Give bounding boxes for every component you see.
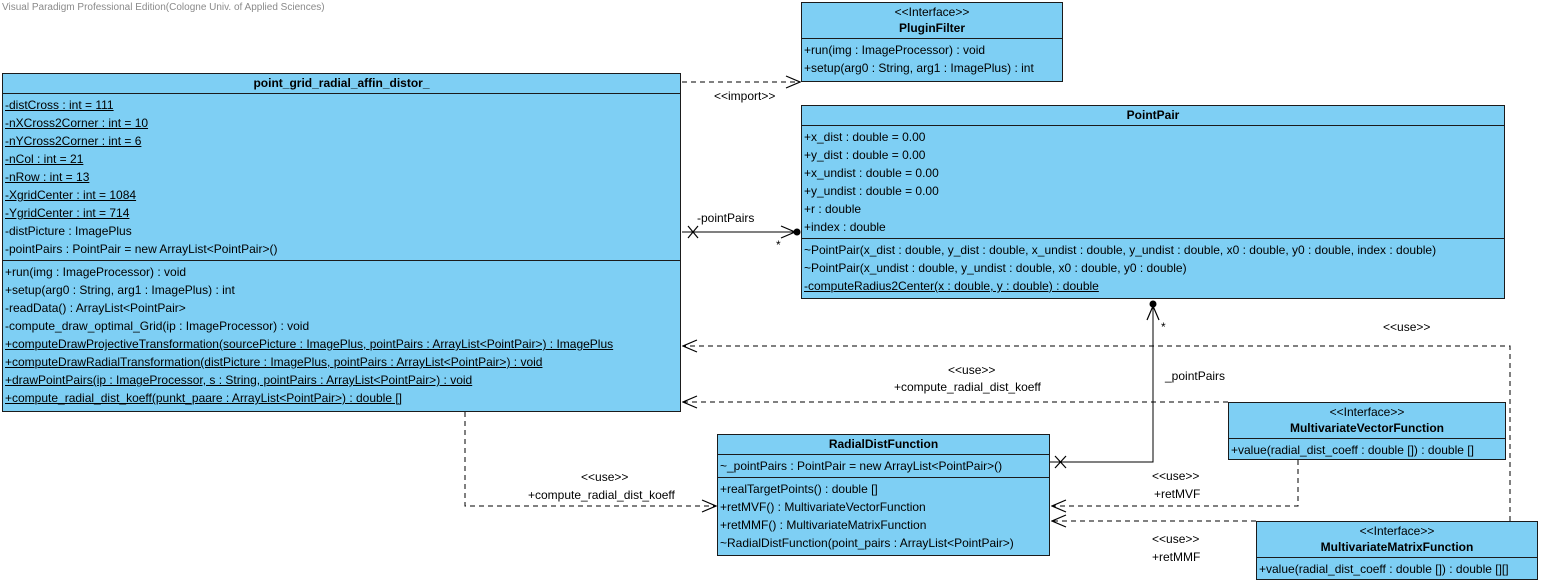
interface-multivariate-matrix-function[interactable]: <<Interface>> MultivariateMatrixFunction… bbox=[1256, 521, 1538, 580]
class-name: point_grid_radial_affin_distor_ bbox=[253, 76, 430, 90]
operation-row: -readData() : ArrayList<PointPair> bbox=[5, 301, 186, 315]
class-header: point_grid_radial_affin_distor_ bbox=[3, 74, 680, 94]
operation-compartment: +run(img : ImageProcessor) : void +setup… bbox=[3, 261, 680, 409]
operation-row: +run(img : ImageProcessor) : void bbox=[804, 43, 986, 57]
operation-compartment: +run(img : ImageProcessor) : void +setup… bbox=[802, 39, 1062, 79]
operation-row: +run(img : ImageProcessor) : void bbox=[5, 265, 187, 279]
use-mmf-stereotype: <<use>> bbox=[1152, 532, 1200, 546]
attribute-row: ~_pointPairs : PointPair = new ArrayList… bbox=[720, 459, 1003, 473]
attribute-compartment: -distCross : int = 111 -nXCross2Corner :… bbox=[3, 94, 680, 261]
pointpairs-multiplicity: * bbox=[776, 238, 781, 252]
attribute-compartment: ~_pointPairs : PointPair = new ArrayList… bbox=[718, 455, 1049, 478]
operation-row: +compute_radial_dist_koeff(punkt_paare :… bbox=[5, 391, 403, 405]
use-koeff-name: +compute_radial_dist_koeff bbox=[894, 380, 1041, 394]
use-mvf-stereotype: <<use>> bbox=[1152, 469, 1200, 483]
interface-stereotype: <<Interface>> bbox=[1359, 524, 1435, 538]
operation-row: +realTargetPoints() : double [] bbox=[720, 482, 878, 496]
operation-row: ~RadialDistFunction(point_pairs : ArrayL… bbox=[720, 536, 1014, 550]
attribute-row: -YgridCenter : int = 714 bbox=[5, 206, 130, 220]
attribute-row: +x_undist : double = 0.00 bbox=[804, 166, 939, 180]
class-header: PointPair bbox=[802, 106, 1504, 126]
class-name: RadialDistFunction bbox=[828, 437, 939, 451]
class-header: <<Interface>> PluginFilter bbox=[802, 3, 1062, 39]
operation-compartment: +realTargetPoints() : double [] +retMVF(… bbox=[718, 478, 1049, 554]
use-right-stereotype: <<use>> bbox=[1383, 320, 1431, 334]
attribute-row: -nYCross2Corner : int = 6 bbox=[5, 134, 142, 148]
attribute-row: +y_dist : double = 0.00 bbox=[804, 148, 926, 162]
association-end-dot bbox=[793, 228, 801, 236]
operation-row: ~PointPair(x_dist : double, y_dist : dou… bbox=[804, 243, 1437, 257]
interface-multivariate-vector-function[interactable]: <<Interface>> MultivariateVectorFunction… bbox=[1228, 402, 1506, 460]
attribute-row: +index : double bbox=[804, 220, 886, 234]
operation-row: +value(radial_dist_coeff : double []) : … bbox=[1259, 562, 1509, 576]
class-name: PluginFilter bbox=[899, 21, 965, 35]
underscore-pointpairs-multiplicity: * bbox=[1161, 320, 1166, 334]
interface-plugin-filter[interactable]: <<Interface>> PluginFilter +run(img : Im… bbox=[801, 2, 1063, 82]
class-name: MultivariateVectorFunction bbox=[1289, 421, 1445, 435]
attribute-row: +y_undist : double = 0.00 bbox=[804, 184, 939, 198]
association-end-dot bbox=[1149, 300, 1157, 308]
operation-row: +setup(arg0 : String, arg1 : ImagePlus) … bbox=[804, 61, 1034, 75]
interface-stereotype: <<Interface>> bbox=[1329, 405, 1405, 419]
pointpairs-role-label: -pointPairs bbox=[697, 211, 755, 225]
class-point-pair[interactable]: PointPair +x_dist : double = 0.00 +y_dis… bbox=[801, 105, 1505, 299]
operation-row: +drawPointPairs(ip : ImageProcessor, s :… bbox=[5, 373, 473, 387]
operation-row: -computeRadius2Center(x : double, y : do… bbox=[804, 279, 1099, 293]
attribute-row: -nXCross2Corner : int = 10 bbox=[5, 116, 149, 130]
attribute-row: +x_dist : double = 0.00 bbox=[804, 130, 926, 144]
attribute-row: -pointPairs : PointPair = new ArrayList<… bbox=[5, 242, 278, 256]
operation-row: +setup(arg0 : String, arg1 : ImagePlus) … bbox=[5, 283, 235, 297]
class-point-grid-radial-affin-distor[interactable]: point_grid_radial_affin_distor_ -distCro… bbox=[2, 73, 681, 412]
operation-compartment: +value(radial_dist_coeff : double []) : … bbox=[1257, 558, 1537, 580]
attribute-row: +r : double bbox=[804, 202, 862, 216]
underscore-pointpairs-role-label: _pointPairs bbox=[1165, 369, 1226, 383]
class-radial-dist-function[interactable]: RadialDistFunction ~_pointPairs : PointP… bbox=[717, 434, 1050, 556]
class-header: <<Interface>> MultivariateVectorFunction bbox=[1229, 403, 1505, 439]
use-mmf-name: +retMMF bbox=[1152, 550, 1201, 564]
attribute-row: -XgridCenter : int = 1084 bbox=[5, 188, 137, 202]
attribute-row: -distCross : int = 111 bbox=[5, 98, 114, 112]
class-header: <<Interface>> MultivariateMatrixFunction bbox=[1257, 522, 1537, 558]
use-mvf-name: +retMVF bbox=[1154, 487, 1201, 501]
operation-row: +computeDrawProjectiveTransformation(sou… bbox=[5, 337, 614, 351]
operation-row: ~PointPair(x_undist : double, y_undist :… bbox=[804, 261, 1187, 275]
import-label: <<import>> bbox=[714, 89, 776, 103]
class-name: PointPair bbox=[1126, 108, 1180, 122]
use-koeff2-name: +compute_radial_dist_koeff bbox=[528, 488, 675, 502]
interface-stereotype: <<Interface>> bbox=[894, 5, 970, 19]
use-koeff-stereotype: <<use>> bbox=[948, 363, 996, 377]
underscore-pointpairs-association-line bbox=[1050, 306, 1153, 463]
operation-row: +retMVF() : MultivariateVectorFunction bbox=[720, 500, 926, 514]
operation-row: +retMMF() : MultivariateMatrixFunction bbox=[720, 518, 927, 532]
attribute-row: -nCol : int = 21 bbox=[5, 152, 84, 166]
operation-row: -compute_draw_optimal_Grid(ip : ImagePro… bbox=[5, 319, 310, 333]
operation-compartment: ~PointPair(x_dist : double, y_dist : dou… bbox=[802, 239, 1504, 297]
operation-row: +value(radial_dist_coeff : double []) : … bbox=[1231, 443, 1474, 457]
class-name: MultivariateMatrixFunction bbox=[1320, 540, 1474, 554]
attribute-row: -distPicture : ImagePlus bbox=[5, 224, 132, 238]
attribute-row: -nRow : int = 13 bbox=[5, 170, 90, 184]
attribute-compartment: +x_dist : double = 0.00 +y_dist : double… bbox=[802, 126, 1504, 239]
operation-compartment: +value(radial_dist_coeff : double []) : … bbox=[1229, 439, 1505, 461]
class-header: RadialDistFunction bbox=[718, 435, 1049, 455]
use-koeff2-stereotype: <<use>> bbox=[581, 470, 629, 484]
operation-row: +computeDrawRadialTransformation(distPic… bbox=[5, 355, 543, 369]
